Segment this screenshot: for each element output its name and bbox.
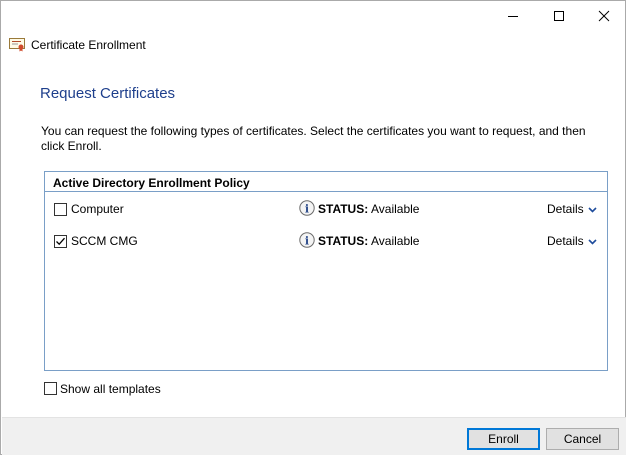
checkmark-icon <box>56 237 65 246</box>
details-label: Details <box>547 202 584 216</box>
sccm-cmg-checkbox[interactable] <box>54 235 67 248</box>
show-all-templates-checkbox[interactable] <box>44 382 57 395</box>
minimize-icon <box>508 15 518 17</box>
intro-text: You can request the following types of c… <box>41 124 586 153</box>
wizard-header: Certificate Enrollment <box>9 36 146 54</box>
certificate-icon <box>9 38 25 52</box>
button-bar: Enroll Cancel <box>2 417 626 455</box>
status-label: STATUS: <box>318 234 369 248</box>
details-toggle[interactable]: Details <box>547 202 597 216</box>
enroll-button[interactable]: Enroll <box>467 428 540 450</box>
chevron-down-icon <box>588 207 597 213</box>
page-title: Request Certificates <box>40 85 176 102</box>
certificate-name: SCCM CMG <box>71 234 138 248</box>
enrollment-policy-list: Active Directory Enrollment Policy Compu… <box>44 171 608 371</box>
cancel-button[interactable]: Cancel <box>546 428 619 450</box>
status-label: STATUS: <box>318 202 369 216</box>
policy-header: Active Directory Enrollment Policy <box>45 172 607 192</box>
list-item: Computer i STATUS: Available Details <box>45 198 607 220</box>
details-label: Details <box>547 234 584 248</box>
maximize-icon <box>554 10 564 21</box>
close-button[interactable] <box>581 1 626 30</box>
info-icon: i <box>299 232 315 248</box>
app-title: Certificate Enrollment <box>31 38 146 52</box>
certificate-name: Computer <box>71 202 124 216</box>
list-item: SCCM CMG i STATUS: Available Details <box>45 230 607 252</box>
status-value: Available <box>371 202 420 216</box>
certificate-enrollment-window: Certificate Enrollment Request Certifica… <box>0 0 626 455</box>
show-all-templates-label: Show all templates <box>60 382 161 396</box>
minimize-button[interactable] <box>490 1 536 30</box>
chevron-down-icon <box>588 239 597 245</box>
svg-text:i: i <box>305 235 309 248</box>
close-icon <box>598 10 610 21</box>
info-icon: i <box>299 200 315 216</box>
policy-header-label: Active Directory Enrollment Policy <box>53 176 250 190</box>
maximize-button[interactable] <box>536 1 582 30</box>
svg-text:i: i <box>305 203 309 216</box>
status-value: Available <box>371 234 420 248</box>
computer-checkbox[interactable] <box>54 203 67 216</box>
details-toggle[interactable]: Details <box>547 234 597 248</box>
